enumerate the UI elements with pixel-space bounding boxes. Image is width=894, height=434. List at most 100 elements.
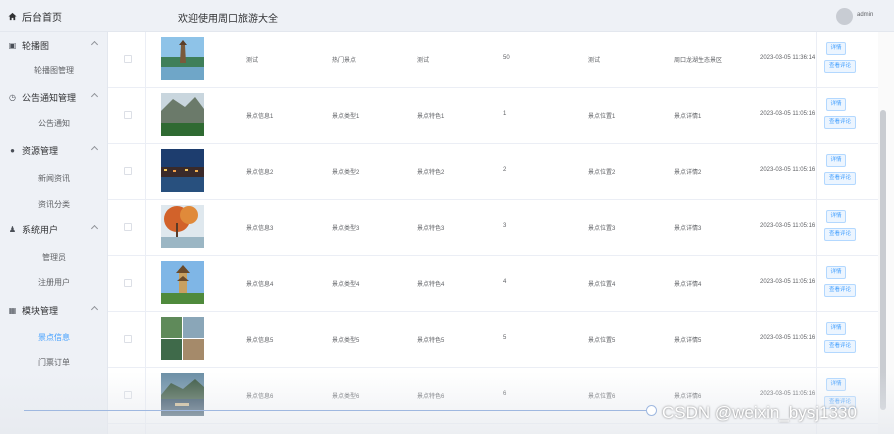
sidebar-group-carousel[interactable]: ▣ 轮播图 xyxy=(0,34,108,56)
cell-location: 景点位置4 xyxy=(588,282,616,288)
sidebar-group-users[interactable]: ♟ 系统用户 xyxy=(0,218,108,240)
cell-type: 景点类型1 xyxy=(332,114,360,120)
view-review-button[interactable]: 查看评论 xyxy=(824,284,856,297)
sidebar-group-label: 公告通知管理 xyxy=(22,92,77,103)
sidebar-group-modules[interactable]: ▦ 模块管理 xyxy=(0,299,108,321)
cell-location: 景点位置5 xyxy=(588,338,616,344)
detail-button[interactable]: 详情 xyxy=(826,42,846,55)
sidebar-group-notice[interactable]: ◷ 公告通知管理 xyxy=(0,86,108,108)
cell-feature: 景点特色1 xyxy=(417,114,445,120)
pin-icon: ● xyxy=(10,145,15,155)
cell-detail: 景点详情4 xyxy=(674,282,702,288)
row-checkbox[interactable] xyxy=(124,391,132,399)
cell-detail: 景点详情3 xyxy=(674,226,702,232)
scenic-thumbnail xyxy=(161,261,204,304)
home-icon xyxy=(8,12,17,21)
cell-feature: 景点特色2 xyxy=(417,170,445,176)
sidebar-group-label: 系统用户 xyxy=(22,224,59,235)
cell-count: 2 xyxy=(503,167,507,173)
cell-detail: 景点详情1 xyxy=(674,114,702,120)
cell-name: 景点信息4 xyxy=(246,282,274,288)
detail-button[interactable]: 详情 xyxy=(826,98,846,111)
sidebar-group-label: 模块管理 xyxy=(22,305,59,316)
cell-count: 6 xyxy=(503,391,507,397)
detail-button[interactable]: 详情 xyxy=(826,322,846,335)
sidebar-item-news-category[interactable]: 资讯分类 xyxy=(0,199,108,210)
cell-feature: 景点特色3 xyxy=(417,226,445,232)
cell-location: 景点位置2 xyxy=(588,170,616,176)
scrollbar-thumb[interactable] xyxy=(880,110,886,410)
cell-feature: 测试 xyxy=(417,58,430,64)
cell-name: 测试 xyxy=(246,58,259,64)
chevron-up-icon xyxy=(90,145,99,154)
row-checkbox[interactable] xyxy=(124,111,132,119)
detail-button[interactable]: 详情 xyxy=(826,378,846,391)
detail-button[interactable]: 详情 xyxy=(826,154,846,167)
cell-type: 景点类型6 xyxy=(332,394,360,400)
row-checkbox[interactable] xyxy=(124,167,132,175)
row-checkbox[interactable] xyxy=(124,55,132,63)
cell-time: 2023-03-05 11:05:16 xyxy=(760,279,816,285)
sidebar-group-resources[interactable]: ● 资源管理 xyxy=(0,139,108,161)
detail-button[interactable]: 详情 xyxy=(826,210,846,223)
row-checkbox[interactable] xyxy=(124,223,132,231)
chevron-up-icon xyxy=(90,92,99,101)
avatar[interactable] xyxy=(836,8,853,25)
username[interactable]: admin xyxy=(857,12,873,18)
view-review-button[interactable]: 查看评论 xyxy=(824,340,856,353)
cell-time: 2023-03-05 11:36:14 xyxy=(760,55,816,61)
playback-progress-bar[interactable] xyxy=(24,410,650,411)
cell-count: 5 xyxy=(503,335,507,341)
sidebar-item-ticket-orders[interactable]: 门票订单 xyxy=(0,357,108,368)
cell-type: 景点类型5 xyxy=(332,338,360,344)
cell-type: 热门景点 xyxy=(332,58,357,64)
sidebar-item-carousel-manage[interactable]: 轮播图管理 xyxy=(0,65,108,76)
cell-time: 2023-03-05 11:05:16 xyxy=(760,391,816,397)
sidebar-item-admin[interactable]: 管理员 xyxy=(0,252,108,263)
cell-time: 2023-03-05 11:05:16 xyxy=(760,111,816,117)
row-checkbox[interactable] xyxy=(124,335,132,343)
cell-name: 景点信息1 xyxy=(246,114,274,120)
cell-type: 景点类型4 xyxy=(332,282,360,288)
view-review-button[interactable]: 查看评论 xyxy=(824,60,856,73)
view-review-button[interactable]: 查看评论 xyxy=(824,228,856,241)
row-checkbox[interactable] xyxy=(124,279,132,287)
scenic-table: 测试 热门景点 测试 50 测试 周口龙湖生态景区 2023-03-05 11:… xyxy=(108,32,878,434)
sidebar-item-registered-users[interactable]: 注册用户 xyxy=(0,277,108,288)
table-row: 景点信息1 景点类型1 景点特色1 1 景点位置1 景点详情1 2023-03-… xyxy=(108,88,878,144)
cell-feature: 景点特色6 xyxy=(417,394,445,400)
sidebar-group-label: 资源管理 xyxy=(22,145,59,156)
page-title: 欢迎使用周口旅游大全 xyxy=(178,14,278,25)
clock-icon: ◷ xyxy=(9,92,16,102)
cell-detail: 景点详情2 xyxy=(674,170,702,176)
table-row: 测试 热门景点 测试 50 测试 周口龙湖生态景区 2023-03-05 11:… xyxy=(108,32,878,88)
cell-name: 景点信息5 xyxy=(246,338,274,344)
cell-time: 2023-03-05 11:05:16 xyxy=(760,223,816,229)
detail-button[interactable]: 详情 xyxy=(826,266,846,279)
cell-count: 50 xyxy=(503,55,510,61)
cell-detail: 景点详情5 xyxy=(674,338,702,344)
scenic-thumbnail xyxy=(161,205,204,248)
view-review-button[interactable]: 查看评论 xyxy=(824,116,856,129)
image-icon: ▣ xyxy=(8,40,17,50)
chevron-up-icon xyxy=(90,224,99,233)
home-link[interactable]: 后台首页 xyxy=(8,9,62,24)
grid-icon: ▦ xyxy=(8,305,17,315)
cell-count: 4 xyxy=(503,279,507,285)
cell-name: 景点信息3 xyxy=(246,226,274,232)
sidebar-group-label: 轮播图 xyxy=(22,40,50,51)
cell-time: 2023-03-05 11:05:16 xyxy=(760,335,816,341)
playback-progress-handle[interactable] xyxy=(646,405,657,416)
sidebar-item-scenic-info[interactable]: 景点信息 xyxy=(0,332,108,343)
cell-feature: 景点特色4 xyxy=(417,282,445,288)
view-review-button[interactable]: 查看评论 xyxy=(824,172,856,185)
chevron-up-icon xyxy=(90,305,99,314)
chevron-up-icon xyxy=(90,40,99,49)
scenic-thumbnail xyxy=(161,93,204,136)
cell-location: 测试 xyxy=(588,58,601,64)
table-row: 景点信息4 景点类型4 景点特色4 4 景点位置4 景点详情4 2023-03-… xyxy=(108,256,878,312)
sidebar-item-notice[interactable]: 公告通知 xyxy=(0,118,108,129)
sidebar-item-news[interactable]: 新闻资讯 xyxy=(0,173,108,184)
cell-count: 1 xyxy=(503,111,507,117)
cell-name: 景点信息6 xyxy=(246,394,274,400)
